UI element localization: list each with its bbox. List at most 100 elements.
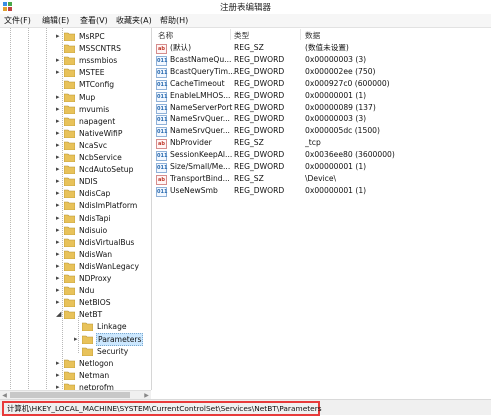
column-header-name[interactable]: 名称	[158, 30, 173, 41]
tree-item-label: NcdAutoSetup	[79, 165, 134, 175]
menu-edit[interactable]: 编辑(E)	[42, 15, 69, 26]
expand-arrow-icon[interactable]: ▸	[56, 129, 61, 137]
tree-item-label: MsRPC	[79, 32, 105, 41]
folder-icon	[64, 93, 75, 102]
value-name: NameSrvQuer...	[170, 126, 230, 136]
value-name: CacheTimeout	[170, 78, 225, 88]
expand-arrow-icon[interactable]: ▸	[56, 93, 61, 101]
expand-arrow-icon[interactable]: ▸	[56, 226, 61, 234]
values-list[interactable]: 名称 类型 数据 ab (默认) REG_SZ (数值未设置) 011 BcastName…	[152, 28, 491, 398]
column-header-data[interactable]: 数据	[305, 30, 320, 41]
expand-arrow-icon[interactable]: ▸	[56, 238, 61, 246]
folder-icon	[64, 238, 75, 247]
value-data: 0x000002ee (750)	[305, 66, 376, 76]
expand-arrow-icon[interactable]: ▸	[74, 335, 79, 343]
folder-icon	[64, 189, 75, 199]
value-name: BcastQueryTim...	[170, 66, 236, 76]
tree-item-label: MSTEE	[79, 68, 105, 78]
expand-arrow-icon[interactable]: ▸	[56, 141, 61, 149]
folder-icon	[64, 177, 75, 187]
status-bar: 计算机\HKEY_LOCAL_MACHINE\SYSTEM\CurrentCon…	[0, 399, 491, 416]
expand-arrow-icon[interactable]: ▸	[56, 190, 61, 197]
collapse-arrow-icon[interactable]: ◢	[56, 311, 61, 318]
value-row[interactable]: ab NbProvider REG_SZ _tcp	[152, 137, 491, 150]
expand-arrow-icon[interactable]: ▸	[56, 117, 61, 125]
expand-arrow-icon[interactable]: ▸	[56, 359, 61, 367]
binary-value-icon: 011	[156, 103, 168, 114]
value-name: Size/Small/Me...	[170, 162, 231, 171]
expand-arrow-icon[interactable]: ▸	[56, 299, 61, 306]
tree-item-label: Mup	[79, 92, 96, 102]
folder-icon	[64, 165, 75, 175]
column-separator[interactable]	[230, 29, 231, 40]
value-row[interactable]: 011 NameServerPort REG_DWORD 0x00000089 (13…	[152, 102, 491, 114]
tree-item-label: Netlogon	[79, 358, 114, 368]
expand-arrow-icon[interactable]: ▸	[56, 214, 61, 222]
tree-item-label: Security	[97, 346, 129, 356]
value-row[interactable]: 011 EnableLMHOS... REG_DWORD 0x00000001 (1)	[152, 90, 491, 102]
expand-arrow-icon[interactable]: ▸	[56, 178, 61, 185]
expand-arrow-icon	[74, 348, 79, 355]
tree-item-label: MSSCNTRS	[79, 44, 121, 54]
tree-item-label: NcbService	[79, 153, 122, 162]
column-header-type[interactable]: 类型	[234, 30, 249, 41]
value-row[interactable]: 011 UseNewSmb REG_DWORD 0x00000001 (1)	[152, 185, 491, 197]
value-name: BcastNameQu...	[170, 54, 232, 64]
folder-icon	[64, 141, 75, 150]
registry-path: 计算机\HKEY_LOCAL_MACHINE\SYSTEM\CurrentCon…	[7, 404, 322, 413]
tree-item-label: napagent	[79, 116, 116, 126]
value-row[interactable]: 011 BcastNameQu... REG_DWORD 0x00000003 (3)	[152, 54, 491, 66]
string-value-icon: ab	[156, 174, 167, 185]
column-separator[interactable]	[300, 29, 301, 40]
folder-icon	[64, 129, 75, 138]
folder-icon	[64, 117, 75, 126]
window-title: 注册表编辑器	[219, 3, 271, 13]
value-data: 0x00000003 (3)	[305, 54, 367, 64]
value-type: REG_SZ	[234, 138, 264, 148]
expand-arrow-icon[interactable]: ▸	[56, 105, 61, 113]
menu-favorites[interactable]: 收藏夹(A)	[116, 15, 152, 26]
expand-arrow-icon[interactable]: ▸	[56, 33, 61, 40]
value-data: 0x000927c0 (600000)	[305, 78, 390, 88]
value-row[interactable]: 011 Size/Small/Me... REG_DWORD 0x00000001 (…	[152, 161, 491, 173]
value-name: (默认)	[170, 43, 192, 52]
value-name: NameServerPort	[170, 102, 233, 112]
expand-arrow-icon[interactable]: ▸	[56, 202, 61, 209]
menu-help[interactable]: 帮助(H)	[160, 15, 188, 26]
expand-arrow-icon[interactable]: ▸	[56, 250, 61, 258]
menu-view[interactable]: 查看(V)	[80, 15, 108, 26]
scroll-thumb[interactable]	[10, 392, 130, 398]
value-row[interactable]: 011 NameSrvQuer... REG_DWORD 0x000005dc (15…	[152, 125, 491, 138]
value-type: REG_DWORD	[234, 90, 285, 100]
expand-arrow-icon[interactable]: ▸	[56, 166, 61, 173]
folder-icon	[64, 56, 75, 66]
expand-arrow-icon[interactable]: ▸	[56, 154, 61, 161]
expand-arrow-icon[interactable]: ▸	[56, 275, 61, 282]
value-type: REG_DWORD	[234, 102, 285, 112]
expand-arrow-icon[interactable]: ▸	[56, 57, 61, 64]
value-row[interactable]: ab (默认) REG_SZ (数值未设置)	[152, 42, 491, 54]
value-type: REG_DWORD	[234, 150, 285, 160]
value-row[interactable]: 011 BcastQueryTim... REG_DWORD 0x000002ee (…	[152, 66, 491, 78]
value-row[interactable]: 011 CacheTimeout REG_DWORD 0x000927c0 (6000…	[152, 78, 491, 90]
folder-icon	[64, 359, 75, 368]
expand-arrow-icon[interactable]: ▸	[56, 69, 61, 76]
folder-icon	[64, 383, 75, 390]
expand-arrow-icon[interactable]: ▸	[56, 371, 61, 379]
expand-arrow-icon[interactable]: ▸	[56, 287, 61, 294]
string-value-icon: ab	[156, 139, 167, 150]
value-data: 0x0036ee80 (3600000)	[305, 150, 395, 160]
value-row[interactable]: ab TransportBind... REG_SZ \Device\	[152, 173, 491, 185]
title-bar: 注册表编辑器	[0, 0, 491, 15]
tree-item-label: NdisCap	[79, 189, 111, 199]
value-data: _tcp	[305, 138, 321, 148]
tree-item-label: NetBT	[79, 310, 103, 320]
tree-item-label: Linkage	[97, 322, 127, 332]
expand-arrow-icon[interactable]: ▸	[56, 262, 61, 270]
registry-tree[interactable]: ▸ MsRPC MSSCNTRS ▸ mssmbios ▸ MSTEE MTConfig ▸ Mu…	[0, 28, 152, 390]
value-row[interactable]: 011 SessionKeepAl... REG_DWORD 0x0036ee80 (…	[152, 149, 491, 162]
folder-icon	[64, 274, 75, 283]
value-name: NameSrvQuer...	[170, 114, 230, 124]
value-row[interactable]: 011 NameSrvQuer... REG_DWORD 0x00000003 (3)	[152, 113, 491, 126]
menu-file[interactable]: 文件(F)	[4, 15, 31, 26]
